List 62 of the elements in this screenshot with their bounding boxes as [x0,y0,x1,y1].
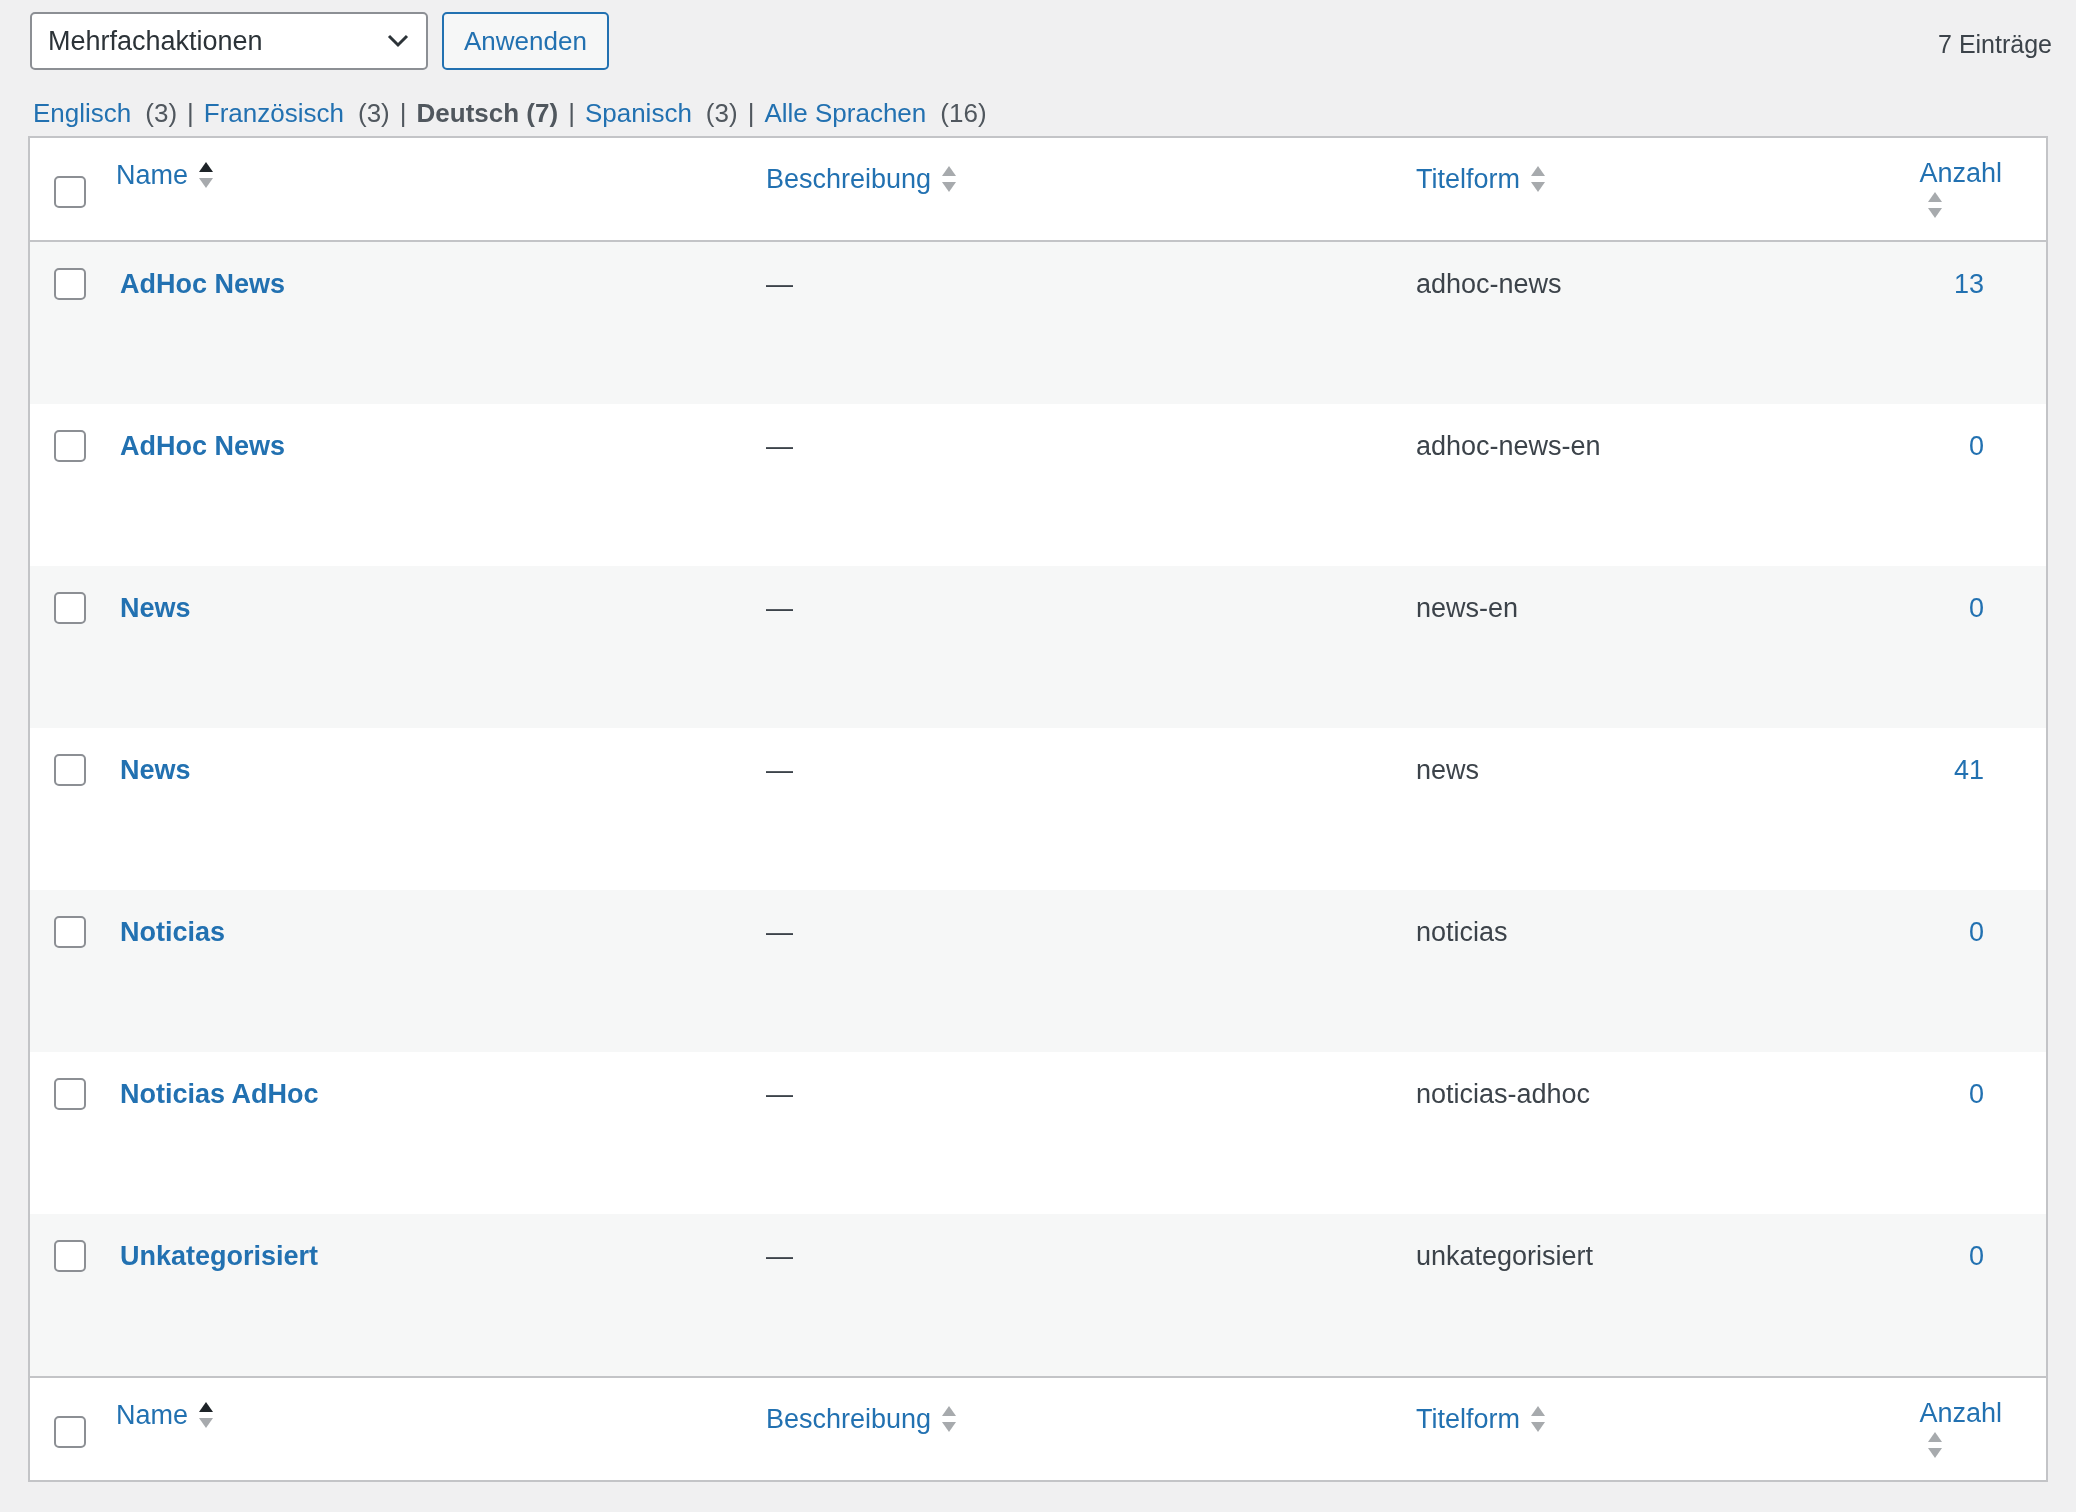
language-filter-link[interactable]: Spanisch [584,93,692,133]
description-cell: — [766,431,793,461]
slug-cell: adhoc-news [1416,269,1562,299]
language-count: (3) [705,96,738,130]
checkbox[interactable] [54,1240,86,1272]
description-cell: — [766,917,793,947]
column-header-link[interactable]: Name [116,158,215,192]
slug-cell: noticias-adhoc [1416,1079,1591,1109]
apply-button[interactable]: Anwenden [442,12,609,70]
checkbox[interactable] [54,430,86,462]
separator: | [399,96,407,130]
checkbox[interactable] [54,268,86,300]
description-cell: — [766,593,793,623]
checkbox[interactable] [54,592,86,624]
column-header-link[interactable]: Name [116,1398,215,1432]
slug-cell: unkategorisiert [1416,1241,1594,1271]
slug-cell: adhoc-news-en [1416,431,1601,461]
separator: | [187,96,194,130]
description-cell: — [766,1079,793,1109]
language-filter-link[interactable]: Französisch [203,93,344,133]
chevron-down-icon [386,33,410,49]
slug-cell: noticias [1416,917,1508,947]
term-name-link[interactable]: News [120,755,191,785]
count-link[interactable]: 13 [1953,264,1984,404]
checkbox[interactable] [54,916,86,948]
count-link[interactable]: 0 [1968,1236,1984,1376]
term-name-link[interactable]: News [120,593,191,623]
item-count: 7 Einträge [1938,29,2052,60]
term-name-link[interactable]: Unkategorisiert [120,1241,319,1271]
language-filter-link[interactable]: Alle Sprachen [764,93,927,133]
separator: | [568,96,575,130]
separator: | [747,96,755,130]
count-link[interactable]: 41 [1953,750,1984,890]
checkbox[interactable] [54,754,86,786]
language-count: (3) [358,96,390,130]
description-cell: — [766,755,793,785]
column-header-link[interactable]: Titelform [1416,162,1546,196]
language-count: (16) [940,96,987,130]
count-link[interactable]: 0 [1968,426,1984,566]
checkbox[interactable] [54,1078,86,1110]
column-header-link[interactable]: Titelform [1416,1402,1546,1436]
slug-cell: news [1416,755,1480,785]
bulk-actions-select[interactable]: Mehrfachaktionen [30,12,428,70]
term-name-link[interactable]: Noticias AdHoc [120,1079,319,1109]
column-header-link[interactable]: Anzahl [1919,1396,2002,1480]
description-cell: — [766,1241,793,1271]
column-header-link[interactable]: Beschreibung [766,162,958,196]
language-filter-current[interactable]: Deutsch (7) [416,93,559,133]
column-header-link[interactable]: Anzahl [1919,156,2002,240]
count-link[interactable]: 0 [1968,1074,1984,1214]
language-filter-link[interactable]: Englisch [33,93,132,133]
description-cell: — [766,269,793,299]
term-name-link[interactable]: Noticias [120,917,226,947]
column-header-link[interactable]: Beschreibung [766,1402,958,1436]
checkbox[interactable] [54,1416,86,1448]
language-count: (3) [145,96,178,130]
slug-cell: news-en [1416,593,1519,623]
count-link[interactable]: 0 [1968,588,1984,728]
term-name-link[interactable]: AdHoc News [120,269,286,299]
count-link[interactable]: 0 [1968,912,1984,1052]
term-name-link[interactable]: AdHoc News [120,431,286,461]
checkbox[interactable] [54,176,86,208]
